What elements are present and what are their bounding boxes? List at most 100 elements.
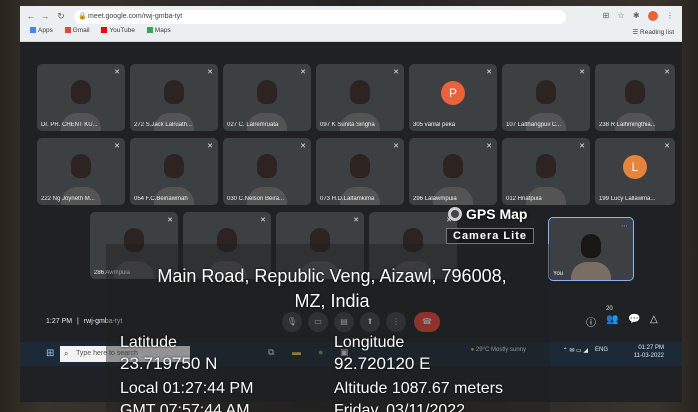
participant-video	[257, 154, 277, 178]
participant-tile[interactable]: ✕ 272 S.Jack Lalruath...	[130, 64, 218, 131]
participant-video	[443, 154, 463, 178]
participant-video	[164, 154, 184, 178]
profile-avatar[interactable]	[647, 11, 658, 21]
participant-avatar: L	[623, 155, 647, 179]
search-icon: ⌕	[64, 349, 69, 358]
bookmark-apps[interactable]: Apps	[30, 27, 53, 34]
participant-name: 027 C. Lalremruata	[227, 122, 279, 128]
participant-video	[71, 80, 91, 104]
tray-icons[interactable]: ⌃ ✉ ▭ ◢	[563, 347, 588, 354]
mic-off-icon: ✕	[664, 143, 670, 150]
longitude-value: 92.720120 E	[334, 354, 431, 373]
participant-name: 222 Ng Joyneth M...	[41, 196, 95, 202]
participant-name: 305 vanlal peka	[413, 122, 456, 128]
participant-name: 012 Hriatpuia	[506, 196, 542, 202]
participant-video	[71, 154, 91, 178]
people-icon[interactable]: 👥	[606, 314, 618, 325]
participant-tile[interactable]: ✕ 012 Hriatpuia	[502, 138, 590, 205]
participant-tile[interactable]: ✕ 222 Ng Joyneth M...	[37, 138, 125, 205]
more-options-icon[interactable]: ⋯	[621, 222, 628, 230]
address-line-2: MZ, India	[294, 291, 370, 311]
mic-off-icon: ✕	[664, 69, 670, 76]
participant-tile[interactable]: L ✕ 199 Lucy Lallawma...	[595, 138, 675, 205]
navigation-row: ← → ↻ 🔒 meet.google.com/rwj-gmba-tyt ⊞ ☆…	[20, 8, 682, 26]
participant-count: 20	[606, 306, 613, 312]
participant-name: 030 C.Nelson Beira...	[227, 196, 285, 202]
windows-start-icon[interactable]: ⊞	[46, 348, 54, 359]
reading-list-icon: ☰	[632, 29, 641, 36]
participant-tile[interactable]: ✕ 238 R Lalhmingthia...	[595, 64, 675, 131]
meeting-details-icon[interactable]: ⓘ	[586, 314, 596, 329]
language-indicator[interactable]: ENG	[595, 347, 608, 353]
reading-list-button[interactable]: ☰ Reading list	[632, 28, 674, 36]
browser-actions: ⊞ ☆ ✱ ⋮	[596, 11, 674, 21]
mic-off-icon: ✕	[486, 69, 492, 76]
mic-off-icon: ✕	[260, 217, 266, 224]
participant-tile[interactable]: ✕ 054 F.C.Beinawmah	[130, 138, 218, 205]
participant-tile[interactable]: ✕ 030 C.Nelson Beira...	[223, 138, 311, 205]
self-video	[581, 234, 601, 258]
forward-icon[interactable]: →	[40, 11, 50, 21]
taskbar-clock[interactable]: 01:27 PM 11-03-2022	[634, 344, 664, 360]
mic-off-icon: ✕	[393, 69, 399, 76]
mic-off-icon: ✕	[393, 143, 399, 150]
participant-video	[536, 80, 556, 104]
gmail-icon	[64, 27, 71, 33]
participant-tile[interactable]: P ✕ 305 vanlal peka	[409, 64, 497, 131]
address-bar[interactable]: 🔒 meet.google.com/rwj-gmba-tyt	[74, 10, 566, 24]
participant-tile[interactable]: ✕ Dr. PR. CHENT KU...	[37, 64, 125, 131]
participant-tile[interactable]: ✕ 027 C. Lalremruata	[223, 64, 311, 131]
menu-icon[interactable]: ⋮	[666, 11, 674, 20]
participant-name: 238 R Lalhmingthia...	[599, 122, 656, 128]
browser-toolbar: ← → ↻ 🔒 meet.google.com/rwj-gmba-tyt ⊞ ☆…	[20, 6, 682, 42]
participant-tile[interactable]: ✕ 097 K Sunita Singha	[316, 64, 404, 131]
mic-off-icon: ✕	[207, 69, 213, 76]
participant-video	[164, 80, 184, 104]
self-name: You	[553, 271, 564, 277]
activities-icon[interactable]: △	[650, 314, 658, 325]
participant-name: 097 K Sunita Singha	[320, 122, 375, 128]
latitude-value: 23.719750 N	[120, 354, 218, 373]
chat-icon[interactable]: 💬	[628, 314, 640, 325]
mic-off-icon: ✕	[167, 217, 173, 224]
mic-off-icon: ✕	[114, 69, 120, 76]
maps-icon	[146, 27, 153, 33]
longitude-label: Longitude	[334, 334, 405, 351]
self-view-tile[interactable]: ⋯ You	[548, 217, 634, 281]
participant-tile[interactable]: ✕ 296 Lalawmpuia	[409, 138, 497, 205]
clock-time: 01:27 PM	[638, 345, 664, 351]
youtube-icon	[101, 27, 108, 33]
mic-off-icon: ✕	[300, 143, 306, 150]
participant-name: 073 H.D.Lalfamkima	[320, 196, 375, 202]
mic-off-icon: ✕	[207, 143, 213, 150]
meeting-time: 1:27 PM	[46, 318, 73, 325]
participant-video	[257, 80, 277, 104]
mic-off-icon: ✕	[300, 69, 306, 76]
url-text: meet.google.com/rwj-gmba-tyt	[88, 13, 183, 20]
bookmarks-bar: Apps Gmail YouTube Maps	[30, 27, 181, 39]
apps-grid-icon	[30, 27, 36, 33]
latitude-label: Latitude	[120, 334, 177, 351]
bookmark-youtube[interactable]: YouTube	[101, 27, 135, 34]
participant-name: 199 Lucy Lallawma...	[599, 196, 656, 202]
gmt-time: GMT 07:57:44 AM	[120, 402, 250, 412]
meeting-info-separator: |	[77, 318, 79, 325]
participant-name: 054 F.C.Beinawmah	[134, 196, 188, 202]
extension-icon[interactable]: ⊞	[602, 11, 609, 20]
participant-tile[interactable]: ✕ 073 H.D.Lalfamkima	[316, 138, 404, 205]
participant-tile[interactable]: ✕ 107 Lalthangpuii C...	[502, 64, 590, 131]
participant-name: 272 S.Jack Lalruath...	[134, 122, 193, 128]
mic-off-icon: ✕	[114, 143, 120, 150]
bookmark-star-icon[interactable]: ☆	[617, 11, 624, 20]
participant-video	[350, 154, 370, 178]
puzzle-icon[interactable]: ✱	[633, 11, 640, 20]
mic-off-icon: ✕	[486, 143, 492, 150]
back-icon[interactable]: ←	[26, 11, 36, 21]
bookmark-gmail[interactable]: Gmail	[64, 27, 90, 34]
reload-icon[interactable]: ↻	[56, 11, 66, 21]
mic-off-icon: ✕	[579, 69, 585, 76]
gps-app-logo: GPS Map	[448, 206, 527, 222]
gps-date: Friday, 03/11/2022	[334, 402, 466, 412]
address-line-1: Main Road, Republic Veng, Aizawl, 796008…	[157, 266, 507, 286]
bookmark-maps[interactable]: Maps	[146, 27, 171, 34]
